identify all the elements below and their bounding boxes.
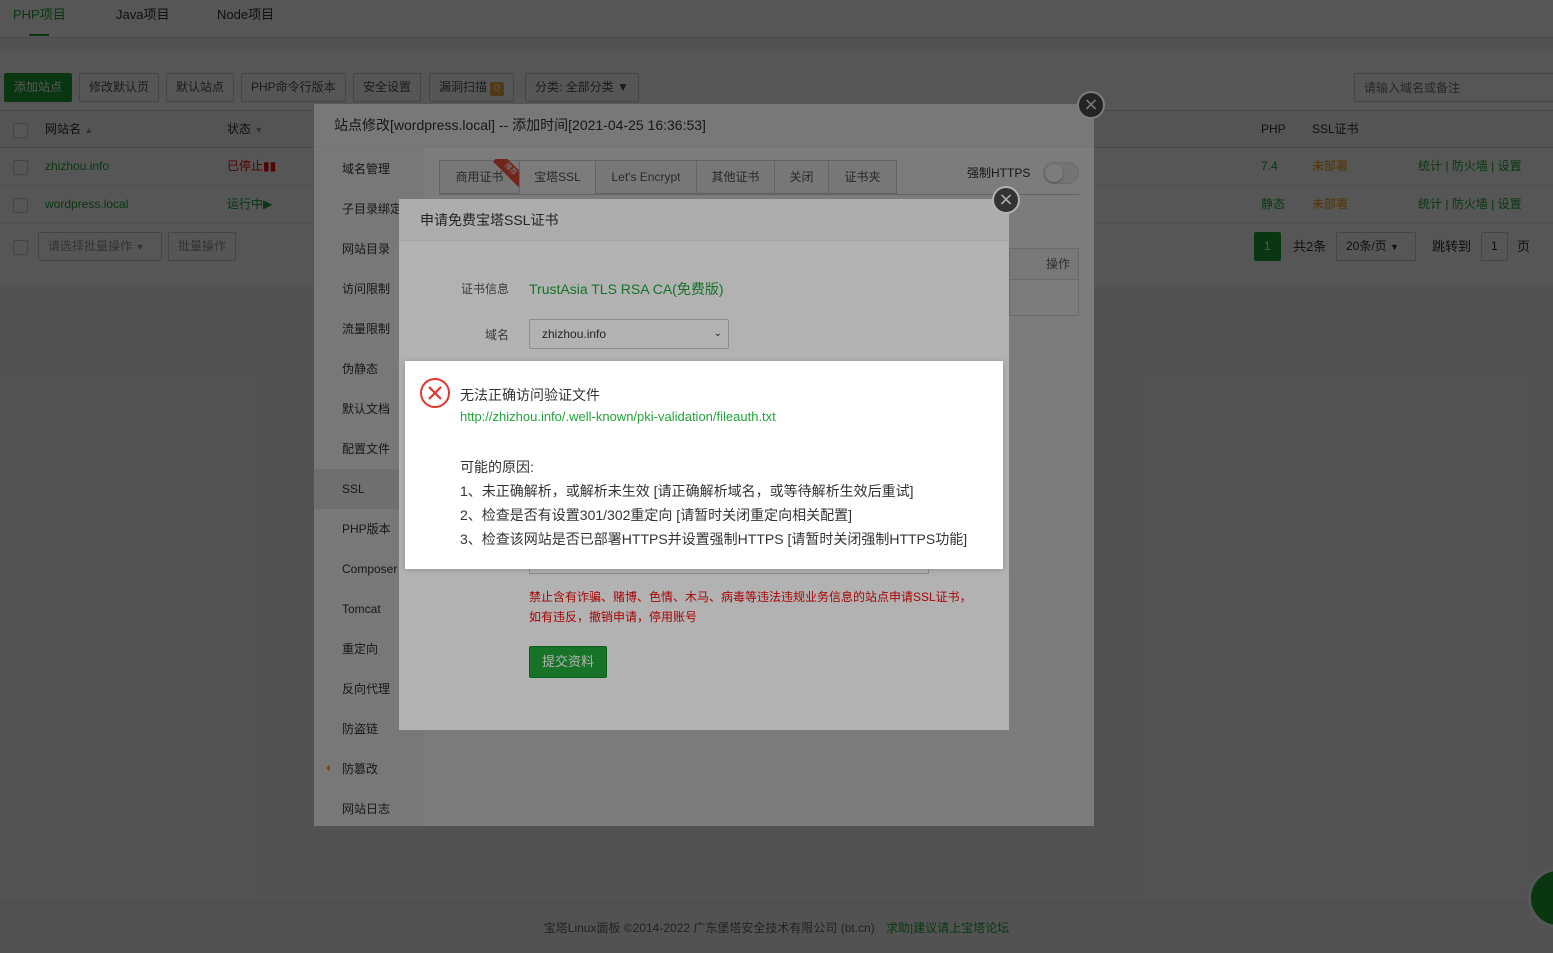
validation-url: http://zhizhou.info/.well-known/pki-vali… <box>460 409 776 424</box>
reason-item: 3、检查该网站是否已部署HTTPS并设置强制HTTPS [请暂时关闭强制HTTP… <box>460 531 968 547</box>
error-title: 无法正确访问验证文件 <box>460 387 600 403</box>
error-icon <box>420 378 450 408</box>
reason-item: 2、检查是否有设置301/302重定向 [请暂时关闭重定向相关配置] <box>460 507 853 523</box>
reasons-title: 可能的原因: <box>460 459 534 475</box>
reason-item: 1、未正确解析，或解析未生效 [请正确解析域名，或等待解析生效后重试] <box>460 483 914 499</box>
error-message-box: 无法正确访问验证文件 http://zhizhou.info/.well-kno… <box>405 361 1003 569</box>
